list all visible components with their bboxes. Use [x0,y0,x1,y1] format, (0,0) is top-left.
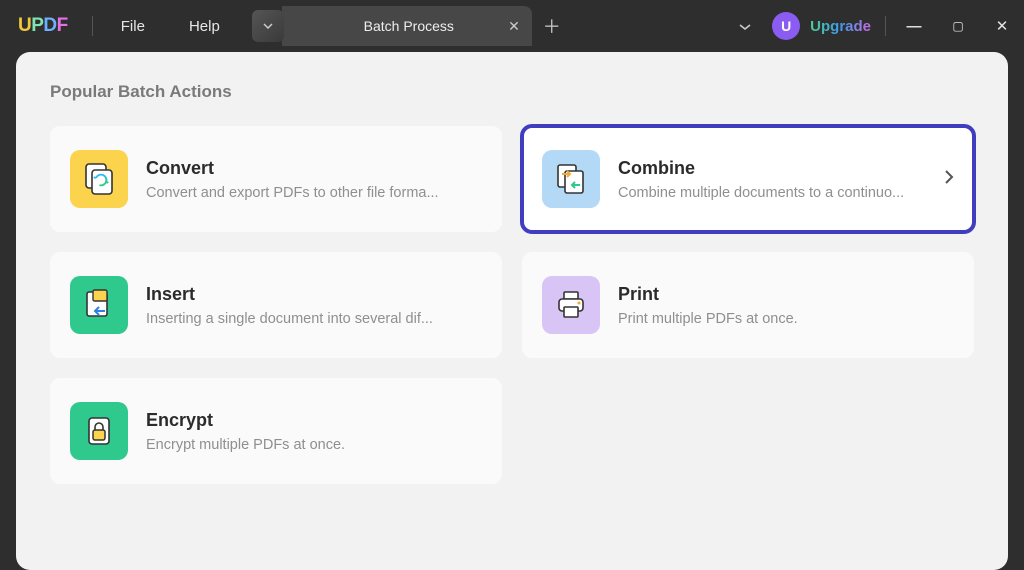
encrypt-icon [70,402,128,460]
window-maximize-button[interactable]: ▢ [936,19,980,33]
card-title: Print [618,284,954,305]
card-encrypt[interactable]: Encrypt Encrypt multiple PDFs at once. [50,378,502,484]
title-bar: UPDF File Help Batch Process ✕ ＋ U Upgra… [0,0,1024,52]
card-title: Combine [618,158,920,179]
window-close-button[interactable]: ✕ [980,17,1024,35]
combine-icon [542,150,600,208]
card-title: Insert [146,284,482,305]
separator [885,16,886,36]
tab-title: Batch Process [324,18,518,34]
card-description: Inserting a single document into several… [146,311,482,327]
section-title: Popular Batch Actions [50,82,974,102]
tab-batch-process[interactable]: Batch Process ✕ [282,6,532,46]
card-description: Convert and export PDFs to other file fo… [146,185,482,201]
card-description: Encrypt multiple PDFs at once. [146,437,482,453]
upgrade-button[interactable]: U Upgrade [764,12,879,40]
chevron-right-icon [938,169,954,190]
card-title: Convert [146,158,482,179]
card-description: Combine multiple documents to a continuo… [618,185,920,201]
insert-icon [70,276,128,334]
card-combine[interactable]: Combine Combine multiple documents to a … [522,126,974,232]
new-tab-button[interactable]: ＋ [532,13,572,39]
tab-list-dropdown[interactable] [252,10,284,42]
user-badge: U [772,12,800,40]
recent-dropdown-icon[interactable] [726,18,764,34]
action-cards-grid: Convert Convert and export PDFs to other… [50,126,974,484]
tab-strip: Batch Process ✕ ＋ [252,0,572,52]
card-title: Encrypt [146,410,482,431]
upgrade-label: Upgrade [810,18,871,35]
card-description: Print multiple PDFs at once. [618,311,954,327]
app-logo: UPDF [0,15,86,37]
card-print[interactable]: Print Print multiple PDFs at once. [522,252,974,358]
print-icon [542,276,600,334]
window-minimize-button[interactable]: — [892,18,936,35]
content-area: Popular Batch Actions Convert Convert an… [16,52,1008,570]
menu-help[interactable]: Help [167,18,242,35]
card-convert[interactable]: Convert Convert and export PDFs to other… [50,126,502,232]
convert-icon [70,150,128,208]
close-tab-icon[interactable]: ✕ [508,18,520,35]
card-insert[interactable]: Insert Inserting a single document into … [50,252,502,358]
menu-file[interactable]: File [99,18,167,35]
separator [92,16,93,36]
